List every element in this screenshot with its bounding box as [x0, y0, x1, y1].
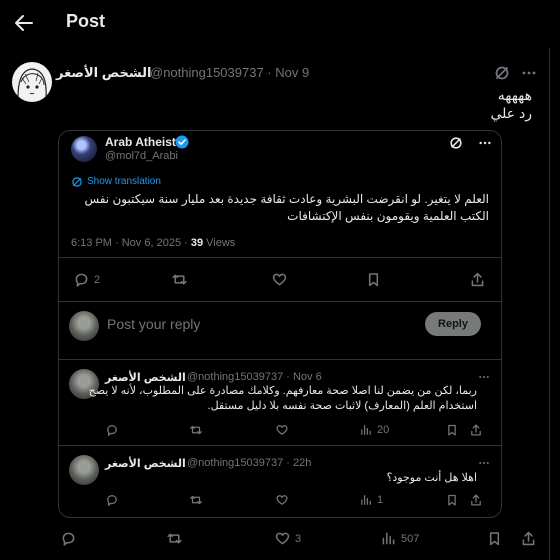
post-date[interactable]: Nov 9 [275, 65, 309, 80]
repost-icon [190, 425, 202, 435]
quoted-post-card[interactable]: Arab Atheist @mol7d_Arabi Show translati… [58, 130, 502, 518]
more-icon[interactable] [477, 136, 493, 150]
bookmark-icon [448, 424, 456, 436]
quote-action-bar: 2 [59, 271, 501, 289]
views-count: 507 [401, 532, 420, 545]
verified-badge-icon [175, 135, 189, 149]
bookmark-icon [489, 532, 500, 546]
bookmark-button[interactable] [445, 493, 459, 507]
share-button[interactable] [469, 423, 483, 437]
views-count: 1 [377, 494, 384, 506]
views-button[interactable]: 507 [380, 530, 419, 547]
share-icon [471, 272, 484, 287]
bookmark-icon [368, 273, 379, 287]
avatar[interactable] [12, 62, 52, 102]
reply-author-handle[interactable]: @nothing15039737 · Nov 6 [187, 371, 322, 383]
share-icon [522, 531, 535, 546]
repost-icon [190, 495, 202, 505]
divider [59, 257, 501, 258]
like-button[interactable] [275, 493, 289, 507]
quote-views-label: Views [203, 237, 236, 249]
reply-button[interactable] [105, 423, 119, 437]
share-icon [471, 494, 481, 506]
share-button[interactable] [469, 271, 486, 288]
handle-text: @nothing15039737 [150, 65, 264, 80]
heart-icon [276, 425, 288, 435]
more-icon[interactable] [477, 371, 491, 383]
quote-time: 6:13 PM · Nov 6, 2025 · [71, 237, 191, 249]
show-translation-link[interactable]: Show translation [87, 176, 161, 187]
share-button[interactable] [469, 493, 483, 507]
reply-icon [62, 532, 75, 546]
column-divider [549, 48, 550, 560]
bookmark-button[interactable] [486, 530, 503, 547]
like-button[interactable]: 3 [274, 530, 301, 547]
reply-input[interactable]: Post your reply [107, 316, 200, 332]
heart-icon [272, 273, 287, 286]
post-text-line: رد علي [490, 105, 532, 121]
translate-icon [71, 176, 83, 188]
reply-icon [75, 273, 88, 287]
reply-author-handle[interactable]: @nothing15039737 · 22h [187, 457, 311, 469]
divider [59, 359, 501, 360]
quote-timestamp[interactable]: 6:13 PM · Nov 6, 2025 · 39 Views [71, 237, 235, 249]
views-count: 20 [377, 424, 390, 436]
post-author-name[interactable]: الشخص الأصغر [56, 65, 151, 81]
bookmark-button[interactable] [445, 423, 459, 437]
grok-icon[interactable] [494, 65, 510, 81]
reply-icon [107, 495, 117, 506]
reply-text: اهلا هل أنت موجود؟ [386, 472, 477, 484]
reply-count: 2 [94, 273, 101, 286]
reply-action-bar: 1 [59, 493, 501, 509]
reply-button[interactable]: 2 [73, 271, 100, 288]
like-button[interactable] [275, 423, 289, 437]
share-icon [471, 424, 481, 436]
repost-button[interactable] [171, 271, 188, 288]
reply-action-bar: 20 [59, 423, 501, 439]
views-icon [361, 425, 371, 435]
header-bar: Post [0, 0, 560, 48]
reply-submit-button[interactable]: Reply [425, 312, 481, 336]
more-icon[interactable] [477, 457, 491, 469]
quote-views-count: 39 [190, 237, 204, 249]
avatar[interactable] [69, 311, 99, 341]
quote-author-name[interactable]: Arab Atheist [105, 135, 176, 149]
reply-button[interactable] [60, 530, 77, 547]
divider [59, 301, 501, 302]
repost-icon [167, 533, 182, 544]
post-author-handle[interactable]: @nothing15039737 · Nov 9 [150, 65, 309, 80]
reply-text: ربما، لكن من يضمن لنا اصلا صحة معارفهم. … [88, 385, 477, 412]
share-button[interactable] [520, 530, 537, 547]
avatar[interactable] [71, 136, 97, 162]
like-button[interactable] [271, 271, 288, 288]
post-action-bar: 3 507 [0, 530, 549, 550]
reply-icon [107, 425, 117, 436]
post-text: ههههه رد علي [152, 86, 532, 122]
repost-icon [172, 274, 187, 285]
like-count: 3 [295, 532, 302, 545]
bookmark-button[interactable] [365, 271, 382, 288]
divider [59, 445, 501, 446]
quote-author-handle[interactable]: @mol7d_Arabi [105, 150, 178, 162]
views-button[interactable]: 1 [359, 493, 383, 507]
page-title: Post [66, 11, 106, 31]
repost-button[interactable] [166, 530, 183, 547]
repost-button[interactable] [189, 493, 203, 507]
bookmark-icon [448, 494, 456, 506]
views-button[interactable]: 20 [359, 423, 389, 437]
repost-button[interactable] [189, 423, 203, 437]
heart-icon [275, 532, 290, 545]
heart-icon [276, 495, 288, 505]
post-text-line: ههههه [497, 87, 532, 103]
reply-author-name[interactable]: الشخص الأصغر [105, 457, 186, 470]
back-arrow-icon[interactable] [12, 11, 36, 35]
views-icon [382, 532, 395, 545]
views-icon [361, 495, 371, 505]
grok-icon[interactable] [449, 136, 463, 150]
more-icon[interactable] [520, 65, 538, 81]
quote-text: العلم لا يتغير. لو انقرضت البشرية وعادت … [84, 192, 489, 223]
reply-author-name[interactable]: الشخص الأصغر [105, 371, 186, 384]
reply-button[interactable] [105, 493, 119, 507]
